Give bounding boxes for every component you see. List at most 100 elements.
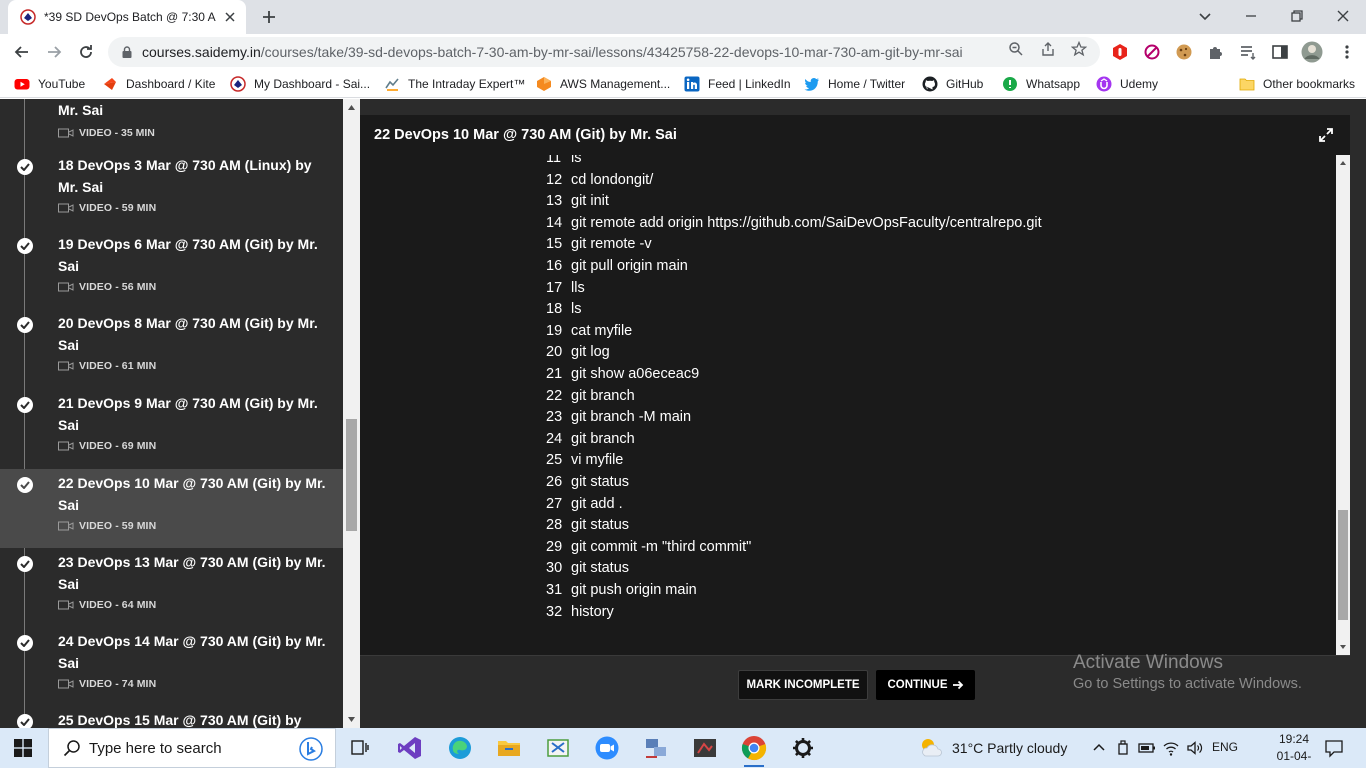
lesson-meta: VIDEO - 59 MIN bbox=[58, 202, 156, 214]
reading-list-icon[interactable] bbox=[1239, 43, 1257, 61]
search-icon bbox=[63, 740, 80, 757]
bookmark-youtube[interactable]: YouTube bbox=[14, 75, 85, 93]
settings-button[interactable] bbox=[789, 734, 817, 762]
command-line: 20 git log bbox=[546, 344, 610, 366]
search-placeholder: Type here to search bbox=[89, 739, 222, 757]
scroll-up-icon[interactable] bbox=[1339, 159, 1347, 167]
twitter-icon bbox=[804, 78, 819, 91]
usb-device-icon[interactable] bbox=[1114, 739, 1132, 757]
command-line: 14 git remote add origin https://github.c… bbox=[546, 215, 1042, 237]
reload-icon[interactable] bbox=[76, 42, 96, 62]
bookmark-udemy[interactable]: Udemy bbox=[1096, 75, 1158, 93]
continue-button[interactable]: CONTINUE bbox=[876, 670, 975, 700]
chrome-button[interactable] bbox=[740, 734, 768, 767]
zoom-icon[interactable] bbox=[1008, 41, 1024, 57]
lock-icon[interactable] bbox=[120, 45, 134, 59]
lesson-item[interactable]: 25 DevOps 15 Mar @ 730 AM (Git) by bbox=[0, 706, 343, 728]
lesson-item[interactable]: 24 DevOps 14 Mar @ 730 AM (Git) by Mr. S… bbox=[0, 627, 343, 706]
lesson-meta: VIDEO - 61 MIN bbox=[58, 360, 156, 372]
command-text: git init bbox=[571, 193, 609, 210]
bookmark-kite[interactable]: Dashboard / Kite bbox=[102, 75, 215, 93]
video-camera-icon bbox=[58, 203, 74, 213]
bookmark-star-icon[interactable] bbox=[1071, 41, 1087, 57]
command-text: git status bbox=[571, 517, 630, 534]
command-text: git add . bbox=[571, 495, 623, 512]
task-view-button[interactable] bbox=[346, 734, 374, 762]
scroll-down-icon[interactable] bbox=[1339, 643, 1347, 651]
browser-tab[interactable]: *39 SD DevOps Batch @ 7:30 AM bbox=[8, 0, 246, 34]
share-icon[interactable] bbox=[1040, 41, 1056, 57]
weather-widget[interactable]: 31°C Partly cloudy bbox=[918, 736, 1067, 760]
lesson-item-partial[interactable]: Mr. Sai VIDEO - 35 MIN bbox=[0, 99, 343, 139]
whatsapp-icon bbox=[1003, 77, 1017, 91]
file-explorer-button[interactable] bbox=[495, 734, 523, 762]
extension-block-icon[interactable] bbox=[1143, 43, 1161, 61]
bookmark-aws[interactable]: AWS Management... bbox=[536, 75, 670, 93]
command-line: 19 cat myfile bbox=[546, 323, 632, 345]
github-icon bbox=[922, 76, 938, 92]
command-text: git push origin main bbox=[571, 582, 697, 598]
lesson-item-active[interactable]: 22 DevOps 10 Mar @ 730 AM (Git) by Mr. S… bbox=[0, 469, 343, 548]
bookmark-github[interactable]: GitHub bbox=[922, 75, 983, 93]
other-bookmarks[interactable]: Other bookmarks bbox=[1239, 75, 1355, 93]
lesson-item[interactable]: 21 DevOps 9 Mar @ 730 AM (Git) by Mr. Sa… bbox=[0, 389, 343, 468]
back-icon[interactable] bbox=[12, 42, 32, 62]
lesson-title: 18 DevOps 3 Mar @ 730 AM (Linux) by Mr. … bbox=[58, 157, 312, 195]
side-panel-icon[interactable] bbox=[1271, 43, 1289, 61]
forward-icon[interactable] bbox=[44, 42, 64, 62]
file-explorer-icon bbox=[498, 741, 520, 756]
cookie-extension-icon[interactable] bbox=[1175, 43, 1193, 61]
extensions-puzzle-icon[interactable] bbox=[1207, 43, 1225, 61]
lesson-title: 20 DevOps 8 Mar @ 730 AM (Git) by Mr. Sa… bbox=[58, 315, 318, 353]
close-window-icon[interactable] bbox=[1333, 6, 1353, 26]
visual-studio-button[interactable] bbox=[396, 734, 424, 762]
extension-red-icon[interactable] bbox=[1111, 43, 1129, 61]
bookmark-twitter[interactable]: Home / Twitter bbox=[804, 75, 905, 93]
taskbar-search[interactable]: Type here to search bbox=[48, 728, 336, 768]
expand-fullscreen-icon[interactable] bbox=[1318, 127, 1334, 143]
mark-incomplete-button[interactable]: MARK INCOMPLETE bbox=[738, 670, 868, 700]
network-tool-button[interactable] bbox=[642, 734, 670, 762]
profile-avatar-icon[interactable] bbox=[1301, 41, 1323, 63]
notifications-icon[interactable] bbox=[1324, 738, 1344, 758]
address-bar[interactable]: courses.saidemy.in/courses/take/39-sd-de… bbox=[108, 37, 1100, 67]
restore-icon[interactable] bbox=[1287, 6, 1307, 26]
wifi-icon[interactable] bbox=[1162, 739, 1180, 757]
language-indicator[interactable]: ENG bbox=[1212, 740, 1238, 754]
edge-button[interactable] bbox=[446, 734, 474, 762]
show-hidden-icons-chevron-icon[interactable] bbox=[1090, 739, 1108, 757]
windows-start-icon[interactable] bbox=[14, 739, 32, 757]
media-player-button[interactable] bbox=[691, 734, 719, 762]
volume-icon[interactable] bbox=[1186, 739, 1204, 757]
lesson-item[interactable]: 18 DevOps 3 Mar @ 730 AM (Linux) by Mr. … bbox=[0, 151, 343, 230]
completed-check-icon bbox=[17, 317, 33, 333]
bookmark-whatsapp[interactable]: Whatsapp bbox=[1002, 75, 1080, 93]
minimize-icon[interactable] bbox=[1241, 6, 1261, 26]
lesson-content: 11 ls 12 cd londongit/13 git init 14 git remot… bbox=[360, 155, 1336, 655]
sidebar-scroll-thumb[interactable] bbox=[346, 419, 357, 531]
snipping-tool-button[interactable] bbox=[544, 734, 572, 762]
content-scrollbar[interactable] bbox=[1336, 155, 1350, 655]
bookmark-intraday[interactable]: The Intraday Expert™ bbox=[384, 75, 525, 93]
youtube-icon bbox=[14, 79, 30, 90]
tab-search-chevron-icon[interactable] bbox=[1195, 6, 1215, 26]
bookmark-linkedin[interactable]: Feed | LinkedIn bbox=[684, 75, 791, 93]
lesson-item[interactable]: 23 DevOps 13 Mar @ 730 AM (Git) by Mr. S… bbox=[0, 548, 343, 627]
chrome-menu-icon[interactable] bbox=[1338, 43, 1356, 61]
scroll-up-icon[interactable] bbox=[347, 103, 356, 112]
video-camera-icon bbox=[58, 361, 74, 371]
url-text: courses.saidemy.in/courses/take/39-sd-de… bbox=[142, 44, 963, 60]
scroll-down-icon[interactable] bbox=[347, 715, 356, 724]
new-tab-icon[interactable] bbox=[260, 8, 278, 26]
bing-icon[interactable] bbox=[299, 737, 323, 761]
sidebar-scrollbar[interactable] bbox=[343, 99, 360, 728]
battery-icon[interactable] bbox=[1138, 739, 1156, 757]
close-tab-icon[interactable] bbox=[222, 9, 238, 25]
system-clock[interactable]: 19:24 01-04-2023 bbox=[1265, 731, 1323, 768]
zoom-button[interactable] bbox=[593, 734, 621, 762]
bookmark-saidemy[interactable]: My Dashboard - Sai... bbox=[230, 75, 370, 93]
lesson-item[interactable]: 19 DevOps 6 Mar @ 730 AM (Git) by Mr. Sa… bbox=[0, 230, 343, 309]
lesson-item[interactable]: 20 DevOps 8 Mar @ 730 AM (Git) by Mr. Sa… bbox=[0, 309, 343, 388]
bookmarks-bar: YouTube Dashboard / Kite My Dashboard - … bbox=[0, 70, 1366, 98]
content-scroll-thumb[interactable] bbox=[1338, 510, 1348, 620]
